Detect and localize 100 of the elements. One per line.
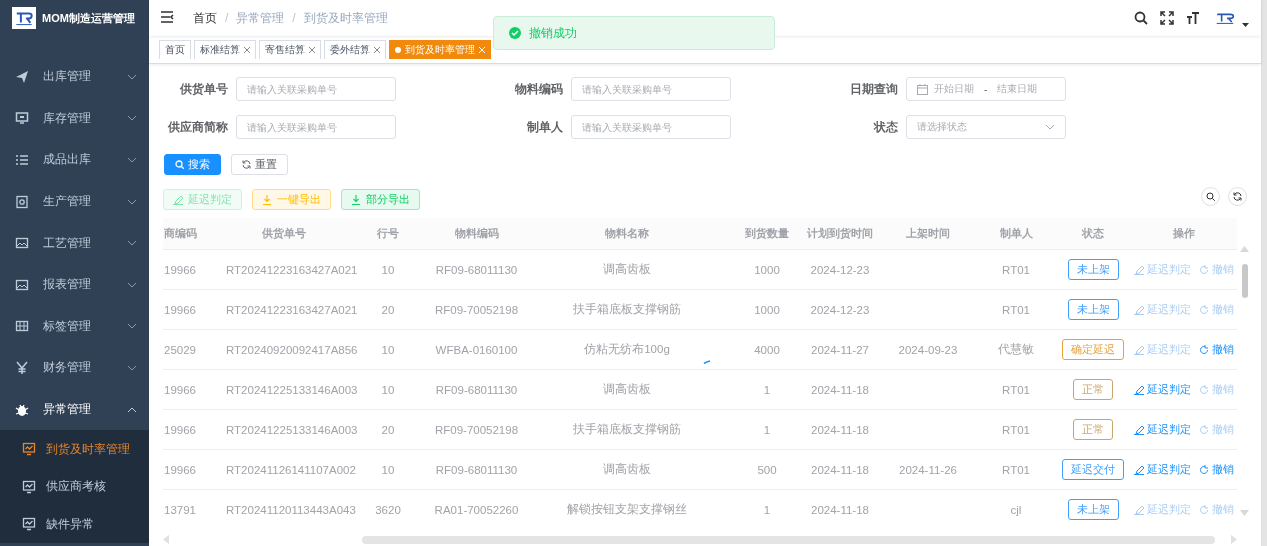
sidebar-submenu-item[interactable]: 缺件异常 bbox=[0, 505, 149, 543]
date-range-field[interactable]: 开始日期 - 结束日期 bbox=[906, 77, 1066, 101]
chart-monitor-icon bbox=[22, 517, 36, 532]
text-field[interactable]: 请输入关联采购单号 bbox=[571, 77, 731, 101]
app-title: MOM制造运营管理 bbox=[42, 10, 135, 26]
breadcrumb-separator: / bbox=[292, 11, 296, 25]
pencil-icon bbox=[1133, 384, 1144, 395]
table-cell: 调高齿板 bbox=[603, 463, 651, 475]
table-cell: 19966 bbox=[164, 463, 196, 476]
column-header: 到货数量 bbox=[734, 218, 800, 250]
page-tab[interactable]: 寄售结算 bbox=[259, 40, 321, 59]
table-cell: RF09-68011130 bbox=[435, 383, 518, 396]
list-icon bbox=[15, 153, 29, 167]
table-cell: RT01 bbox=[1002, 263, 1030, 276]
scrollbar-thumb[interactable] bbox=[362, 535, 1215, 544]
font-size-icon[interactable] bbox=[1186, 11, 1200, 25]
page-tab[interactable]: 委外结算 bbox=[324, 40, 386, 59]
search-button[interactable]: 搜索 bbox=[164, 154, 221, 175]
status-select[interactable]: 请选择状态 bbox=[906, 115, 1066, 139]
pencil-icon bbox=[173, 194, 183, 205]
image-icon bbox=[15, 277, 29, 292]
column-header: 制单人 bbox=[976, 218, 1056, 250]
column-header: 计划到货时间 bbox=[800, 218, 880, 250]
refresh-icon bbox=[242, 160, 251, 169]
scrollbar-thumb[interactable] bbox=[1241, 264, 1248, 298]
undo-icon bbox=[1198, 304, 1209, 315]
reset-button[interactable]: 重置 bbox=[231, 154, 288, 175]
breadcrumb-separator: / bbox=[225, 11, 229, 25]
delay-judge-link[interactable]: 延迟判定 bbox=[1133, 382, 1191, 397]
revoke-link[interactable]: 撤销 bbox=[1198, 462, 1234, 477]
table-cell: RT01 bbox=[1002, 383, 1030, 396]
table-cell: 1000 bbox=[754, 263, 780, 276]
table-cell: 19966 bbox=[164, 303, 196, 316]
menu-icon[interactable] bbox=[161, 10, 175, 23]
table-cell: 2024-11-18 bbox=[811, 463, 869, 476]
table-cell: 25029 bbox=[164, 343, 196, 356]
table-cell: RA01-70052260 bbox=[434, 503, 519, 516]
delay-judge-link[interactable]: 延迟判定 bbox=[1133, 422, 1191, 437]
table-cell: RT20240920092417A856 bbox=[226, 343, 358, 356]
close-icon[interactable] bbox=[374, 47, 380, 53]
page-tab[interactable]: 到货及时率管理 bbox=[389, 40, 491, 59]
sidebar-menu-item[interactable]: 标签管理 bbox=[0, 305, 149, 348]
text-field[interactable]: 请输入关联采购单号 bbox=[236, 77, 396, 101]
caret-down-icon[interactable] bbox=[1242, 23, 1249, 27]
text-field[interactable]: 请输入关联采购单号 bbox=[236, 115, 396, 139]
sidebar-menu-item[interactable]: 成品出库 bbox=[0, 139, 149, 181]
page-tab[interactable]: 标准结算 bbox=[194, 40, 256, 59]
column-header: 商编码 bbox=[163, 218, 225, 250]
revoke-link[interactable]: 撤销 bbox=[1198, 342, 1234, 357]
close-icon[interactable] bbox=[309, 47, 315, 53]
sidebar-menu-item[interactable]: 工艺管理 bbox=[0, 222, 149, 264]
delay-judge-link[interactable]: 延迟判定 bbox=[1133, 462, 1191, 477]
table-cell: 2024-11-18 bbox=[811, 503, 869, 516]
logo-icon bbox=[12, 7, 36, 29]
bug-icon bbox=[15, 402, 29, 417]
table-cell: 10 bbox=[381, 383, 395, 396]
sidebar-menu-item[interactable]: 生产管理 bbox=[0, 180, 149, 223]
table-cell: WFBA-0160100 bbox=[435, 343, 518, 356]
sidebar-menu-item[interactable]: 异常管理 bbox=[0, 388, 149, 431]
pencil-icon bbox=[1133, 424, 1144, 435]
breadcrumb-item[interactable]: 首页 bbox=[193, 9, 217, 27]
sidebar-menu-item[interactable]: 财务管理 bbox=[0, 347, 149, 389]
table-cell: 扶手箱底板支撑钢筋 bbox=[573, 303, 681, 315]
table-cell: RT01 bbox=[1002, 303, 1030, 316]
table-cell: RT20241120113443A043 bbox=[226, 503, 356, 516]
column-header: 物料编码 bbox=[433, 218, 520, 250]
table-cell: RT20241225133146A003 bbox=[226, 383, 358, 396]
table-cell: 4000 bbox=[754, 343, 780, 356]
page-tab[interactable]: 首页 bbox=[159, 40, 191, 59]
target-box-icon bbox=[15, 194, 29, 209]
undo-icon bbox=[1198, 384, 1209, 395]
table-cell: RF09-68011130 bbox=[435, 263, 518, 276]
pencil-icon bbox=[1133, 504, 1144, 515]
text-field[interactable]: 请输入关联采购单号 bbox=[571, 115, 731, 139]
active-dot-icon bbox=[395, 47, 401, 53]
table-cell: RF09-70052198 bbox=[434, 303, 519, 316]
undo-icon bbox=[1198, 264, 1209, 275]
field-label: 物料编码 bbox=[514, 80, 563, 98]
table-cell: 仿粘无纺布100g bbox=[584, 343, 670, 355]
search-icon[interactable] bbox=[1134, 11, 1148, 25]
image-icon bbox=[15, 236, 29, 251]
sidebar-submenu-item[interactable]: 供应商考核 bbox=[0, 467, 149, 506]
sidebar-menu-item[interactable]: 出库管理 bbox=[0, 56, 149, 98]
table-cell: 1 bbox=[763, 503, 771, 516]
column-header: 物料名称 bbox=[520, 218, 734, 250]
undo-icon bbox=[1198, 504, 1209, 515]
column-header: 上架时间 bbox=[880, 218, 976, 250]
sidebar-menu-item[interactable]: 库存管理 bbox=[0, 97, 149, 140]
field-label: 供应商简称 bbox=[167, 118, 228, 136]
paper-plane-icon bbox=[15, 69, 29, 84]
field-label: 供货单号 bbox=[179, 80, 228, 98]
fullscreen-icon[interactable] bbox=[1160, 11, 1174, 25]
sidebar-menu-item[interactable]: 报表管理 bbox=[0, 263, 149, 306]
table-cell: 2024-12-23 bbox=[810, 263, 870, 276]
status-tag: 未上架 bbox=[1067, 299, 1119, 320]
breadcrumb-item[interactable]: 异常管理 bbox=[236, 9, 285, 27]
sidebar-submenu-item[interactable]: 到货及时率管理 bbox=[0, 430, 149, 468]
export-button[interactable]: 部分导出 bbox=[341, 189, 420, 210]
table-cell: RT20241126141107A002 bbox=[226, 463, 356, 476]
close-icon[interactable] bbox=[244, 47, 250, 53]
